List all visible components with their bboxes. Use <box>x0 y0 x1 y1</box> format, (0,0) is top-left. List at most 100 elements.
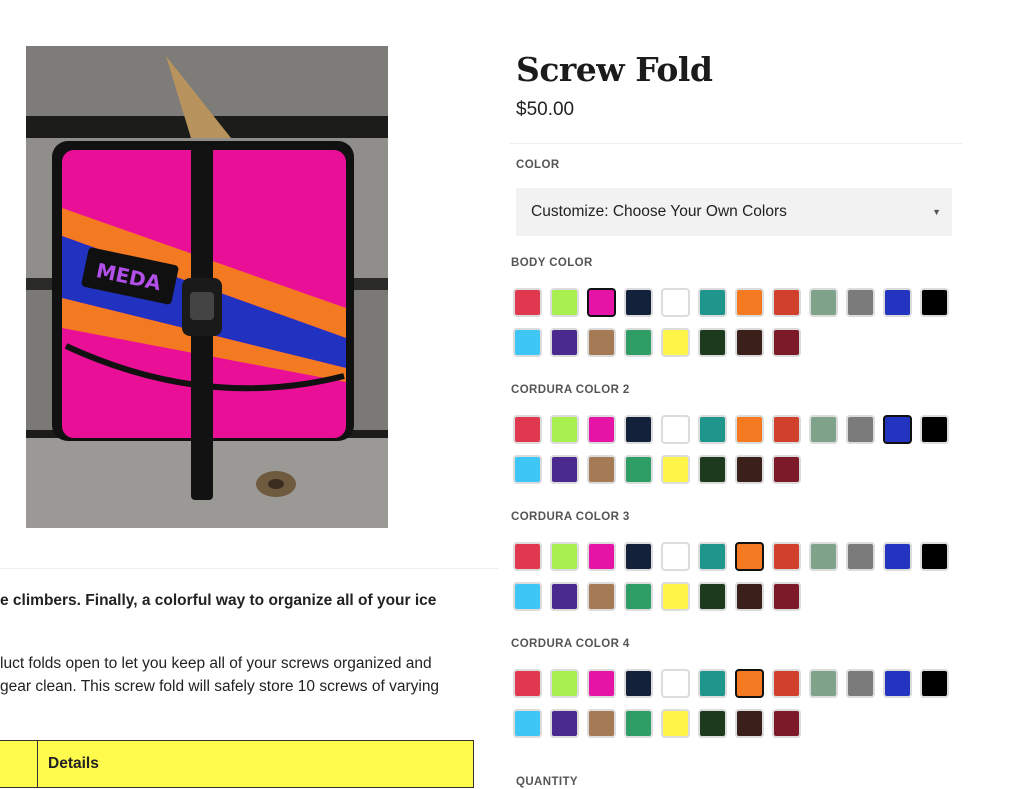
product-title: Screw Fold <box>516 50 713 89</box>
color-swatch[interactable] <box>772 669 801 698</box>
color-swatch[interactable] <box>624 709 653 738</box>
color-swatch[interactable] <box>550 328 579 357</box>
quantity-label: QUANTITY <box>516 776 578 788</box>
color-swatch[interactable] <box>624 542 653 571</box>
description-lead: e climbers. Finally, a colorful way to o… <box>0 592 437 609</box>
color-swatch[interactable] <box>587 542 616 571</box>
color-swatch[interactable] <box>513 328 542 357</box>
color-swatch[interactable] <box>513 709 542 738</box>
color-swatch[interactable] <box>698 288 727 317</box>
color-swatch[interactable] <box>698 415 727 444</box>
color-swatch[interactable] <box>883 288 912 317</box>
color-swatch[interactable] <box>883 669 912 698</box>
color-swatch[interactable] <box>624 455 653 484</box>
color-swatch[interactable] <box>772 709 801 738</box>
color-swatch[interactable] <box>550 542 579 571</box>
color-swatch[interactable] <box>920 669 949 698</box>
color-swatch[interactable] <box>698 582 727 611</box>
color-swatch[interactable] <box>513 415 542 444</box>
chevron-down-icon: ▼ <box>932 207 941 217</box>
color-swatch[interactable] <box>550 669 579 698</box>
color-swatch[interactable] <box>550 709 579 738</box>
product-image: MEDA <box>26 46 388 528</box>
color-swatch[interactable] <box>846 415 875 444</box>
cordura-color-2-label: CORDURA COLOR 2 <box>511 384 630 396</box>
color-swatch[interactable] <box>698 455 727 484</box>
color-swatch[interactable] <box>624 669 653 698</box>
color-swatch[interactable] <box>772 455 801 484</box>
color-swatch[interactable] <box>587 582 616 611</box>
color-swatch[interactable] <box>846 542 875 571</box>
color-swatch[interactable] <box>735 709 764 738</box>
color-swatch[interactable] <box>735 288 764 317</box>
color-swatch[interactable] <box>772 288 801 317</box>
color-swatch[interactable] <box>809 669 838 698</box>
color-swatch[interactable] <box>513 582 542 611</box>
body-color-label: BODY COLOR <box>511 257 593 269</box>
color-swatch[interactable] <box>920 415 949 444</box>
color-swatch[interactable] <box>513 542 542 571</box>
left-divider <box>0 568 498 569</box>
color-swatch[interactable] <box>587 709 616 738</box>
color-swatch[interactable] <box>735 455 764 484</box>
color-swatch[interactable] <box>772 582 801 611</box>
color-swatch[interactable] <box>513 669 542 698</box>
color-swatch[interactable] <box>550 288 579 317</box>
color-swatch[interactable] <box>661 542 690 571</box>
color-swatch[interactable] <box>587 415 616 444</box>
color-swatch[interactable] <box>661 288 690 317</box>
color-swatch[interactable] <box>698 709 727 738</box>
color-swatch[interactable] <box>735 415 764 444</box>
color-swatch[interactable] <box>661 415 690 444</box>
color-swatch[interactable] <box>846 669 875 698</box>
color-swatch[interactable] <box>698 542 727 571</box>
color-swatch[interactable] <box>920 288 949 317</box>
color-swatch[interactable] <box>809 288 838 317</box>
color-swatch[interactable] <box>661 669 690 698</box>
color-label: COLOR <box>516 159 560 171</box>
color-swatch[interactable] <box>513 288 542 317</box>
color-select[interactable]: Customize: Choose Your Own Colors ▼ <box>516 188 952 236</box>
table-cell <box>0 741 38 787</box>
cordura-color-4-label: CORDURA COLOR 4 <box>511 638 630 650</box>
color-swatch[interactable] <box>920 542 949 571</box>
description-body: luct folds open to let you keep all of y… <box>0 652 498 698</box>
color-swatch[interactable] <box>624 582 653 611</box>
color-swatch[interactable] <box>550 415 579 444</box>
color-select-value: Customize: Choose Your Own Colors <box>531 203 787 220</box>
color-swatch[interactable] <box>846 288 875 317</box>
color-swatch[interactable] <box>624 328 653 357</box>
cordura-color-3-label: CORDURA COLOR 3 <box>511 511 630 523</box>
color-swatch[interactable] <box>735 328 764 357</box>
color-swatch[interactable] <box>735 542 764 571</box>
color-swatch[interactable] <box>513 455 542 484</box>
color-swatch[interactable] <box>587 455 616 484</box>
description-line: gear clean. This screw fold will safely … <box>0 678 440 695</box>
color-swatch[interactable] <box>587 669 616 698</box>
color-swatch[interactable] <box>772 542 801 571</box>
color-swatch[interactable] <box>735 669 764 698</box>
color-swatch[interactable] <box>661 709 690 738</box>
color-swatch[interactable] <box>809 542 838 571</box>
color-swatch[interactable] <box>661 455 690 484</box>
color-swatch[interactable] <box>698 669 727 698</box>
color-swatch[interactable] <box>550 455 579 484</box>
color-swatch[interactable] <box>661 328 690 357</box>
product-price: $50.00 <box>516 99 575 120</box>
color-swatch[interactable] <box>883 542 912 571</box>
product-description: e climbers. Finally, a colorful way to o… <box>0 589 498 698</box>
details-table: Details <box>0 740 474 788</box>
right-divider <box>510 143 962 144</box>
color-swatch[interactable] <box>735 582 764 611</box>
color-swatch[interactable] <box>587 328 616 357</box>
color-swatch[interactable] <box>772 415 801 444</box>
color-swatch[interactable] <box>550 582 579 611</box>
color-swatch[interactable] <box>661 582 690 611</box>
color-swatch[interactable] <box>698 328 727 357</box>
color-swatch[interactable] <box>587 288 616 317</box>
color-swatch[interactable] <box>624 415 653 444</box>
color-swatch[interactable] <box>883 415 912 444</box>
color-swatch[interactable] <box>772 328 801 357</box>
color-swatch[interactable] <box>809 415 838 444</box>
color-swatch[interactable] <box>624 288 653 317</box>
